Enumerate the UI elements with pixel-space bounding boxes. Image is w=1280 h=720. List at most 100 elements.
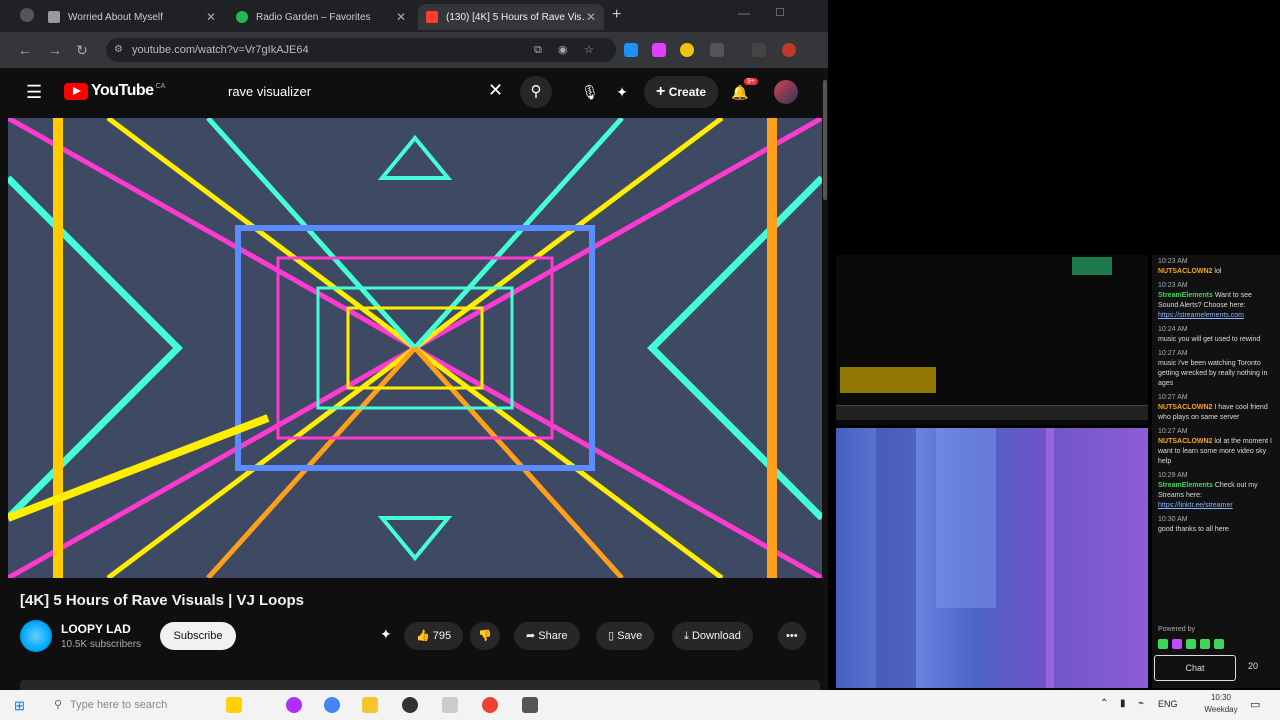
- notification-center-icon[interactable]: ▭: [1250, 698, 1260, 711]
- ai-sparkle-icon[interactable]: ✦: [380, 626, 392, 643]
- chat-timestamp: 10:27 AM: [1158, 428, 1188, 435]
- tab-search-icon[interactable]: [20, 8, 34, 22]
- emote-icon[interactable]: [1172, 639, 1182, 649]
- extension-icon[interactable]: [652, 43, 666, 57]
- minimize-icon[interactable]: —: [738, 6, 750, 20]
- language-indicator[interactable]: ENG: [1158, 699, 1178, 709]
- taskbar-app-icon[interactable]: [402, 697, 418, 713]
- chrome-icon[interactable]: [482, 697, 498, 713]
- taskbar-app-icon[interactable]: [226, 697, 242, 713]
- like-count: 795: [432, 630, 452, 642]
- chat-username[interactable]: NUTSACLOWN2: [1158, 268, 1212, 275]
- window-light-shape: [936, 428, 996, 608]
- chat-username[interactable]: NUTSACLOWN2: [1158, 404, 1212, 411]
- emote-icon[interactable]: [1200, 639, 1210, 649]
- profile-avatar-icon[interactable]: [782, 43, 796, 57]
- close-icon[interactable]: ✕: [206, 10, 216, 24]
- download-button[interactable]: ⤓ Download: [672, 622, 753, 650]
- emote-icon[interactable]: [1186, 639, 1196, 649]
- battery-icon[interactable]: ▮: [1120, 698, 1126, 709]
- save-button[interactable]: ▯ Save: [596, 622, 655, 650]
- chat-username[interactable]: StreamElements: [1158, 292, 1213, 299]
- windows-taskbar: ⊞ Type here to search ⚲ ⌃ ▮ ⌁ ENG 10:30 …: [0, 690, 1280, 720]
- clear-search-icon[interactable]: ✕: [488, 80, 503, 101]
- tab-title: Worried About Myself: [68, 11, 163, 23]
- tab-youtube-rave[interactable]: (130) [4K] 5 Hours of Rave Vis… ✕: [418, 4, 604, 30]
- extension-icon[interactable]: [624, 43, 638, 57]
- youtube-logo[interactable]: YouTube CA: [64, 82, 165, 100]
- video-player[interactable]: [8, 118, 822, 578]
- taskbar-search-input[interactable]: Type here to search: [50, 696, 240, 714]
- tab-favicon: [236, 11, 248, 23]
- search-input[interactable]: rave visualizer: [214, 77, 514, 107]
- site-info-icon[interactable]: ⚙: [114, 38, 123, 62]
- file-explorer-icon[interactable]: [362, 697, 378, 713]
- ai-settings-icon[interactable]: ✦: [606, 76, 638, 108]
- close-icon[interactable]: ✕: [396, 10, 406, 24]
- chat-message: 10:30 AM good thanks to all here: [1152, 513, 1280, 537]
- chat-username[interactable]: StreamElements: [1158, 482, 1213, 489]
- search-icon: ⚲: [530, 83, 542, 100]
- chat-text: music you will get used to rewind: [1158, 336, 1261, 343]
- chat-timestamp: 10:27 AM: [1158, 394, 1188, 401]
- network-icon[interactable]: ⌁: [1138, 698, 1144, 709]
- dislike-button[interactable]: 👎: [470, 622, 500, 650]
- chat-username[interactable]: NUTSACLOWN2: [1158, 438, 1212, 445]
- tab-worried-about-myself[interactable]: Worried About Myself ✕: [40, 4, 224, 30]
- share-button[interactable]: ➦ Share: [514, 622, 580, 650]
- create-button[interactable]: + Create: [644, 76, 719, 108]
- taskbar-app-icon[interactable]: [522, 697, 538, 713]
- eye-icon[interactable]: ◉: [558, 38, 568, 62]
- chevron-up-icon[interactable]: ⌃: [1100, 698, 1108, 709]
- extension-icon[interactable]: [680, 43, 694, 57]
- chat-link[interactable]: https://streamelements.com: [1158, 312, 1244, 319]
- subscriber-count: 10.5K subscribers: [61, 639, 142, 650]
- search-button[interactable]: ⚲: [520, 76, 552, 108]
- chat-link[interactable]: https://linktr.ee/streamer: [1158, 502, 1233, 509]
- forward-arrow-icon[interactable]: →: [45, 40, 65, 60]
- description-box[interactable]: [20, 680, 820, 690]
- url-text: youtube.com/watch?v=Vr7gIkAJE64: [132, 44, 309, 56]
- more-actions-button[interactable]: •••: [778, 622, 806, 650]
- bookmark-star-icon[interactable]: ☆: [584, 38, 594, 62]
- sidebar-icon[interactable]: [752, 43, 766, 57]
- windows-start-icon[interactable]: ⊞: [14, 698, 25, 714]
- overlay-alert-box: [840, 367, 936, 393]
- chat-message: 10:29 AM StreamElements Check out my Str…: [1152, 469, 1280, 513]
- channel-name[interactable]: LOOPY LAD: [61, 622, 131, 636]
- webcam-feed: [836, 428, 1148, 688]
- channel-avatar[interactable]: [20, 620, 52, 652]
- account-avatar[interactable]: [774, 80, 798, 104]
- emote-icon[interactable]: [1158, 639, 1168, 649]
- reload-icon[interactable]: ↻: [72, 40, 92, 60]
- player-controls-bar[interactable]: [836, 405, 1148, 420]
- taskbar-app-icon[interactable]: [442, 697, 458, 713]
- chrome-icon[interactable]: [324, 697, 340, 713]
- url-field[interactable]: ⚙ youtube.com/watch?v=Vr7gIkAJE64 ⧉ ◉ ☆: [106, 38, 616, 62]
- chat-timestamp: 10:23 AM: [1158, 258, 1188, 265]
- youtube-header: ☰ YouTube CA rave visualizer ✕ ⚲ 🎙 ✦ + C…: [0, 68, 828, 116]
- voice-search-icon[interactable]: 🎙: [574, 76, 606, 108]
- back-arrow-icon[interactable]: ←: [15, 40, 35, 60]
- new-tab-button[interactable]: +: [612, 6, 621, 24]
- chat-timestamp: 10:29 AM: [1158, 472, 1188, 479]
- like-button[interactable]: 👍 795: [404, 622, 464, 650]
- curtain-shape: [1046, 428, 1054, 688]
- scrollbar-thumb[interactable]: [823, 80, 827, 200]
- close-icon[interactable]: ✕: [586, 10, 596, 24]
- emote-icon[interactable]: [1214, 639, 1224, 649]
- install-app-icon[interactable]: ⧉: [534, 38, 542, 62]
- system-clock[interactable]: 10:30 Weekday: [1196, 692, 1246, 716]
- hamburger-menu-icon[interactable]: ☰: [26, 82, 42, 103]
- thumbs-down-icon: 👎: [478, 630, 492, 642]
- maximize-icon[interactable]: ☐: [775, 6, 785, 19]
- more-horizontal-icon: •••: [786, 630, 798, 642]
- chat-emote-row: [1158, 639, 1268, 649]
- clock-date: Weekday: [1204, 705, 1238, 714]
- taskbar-app-icon[interactable]: [286, 697, 302, 713]
- tab-radio-garden[interactable]: Radio Garden – Favorites ✕: [228, 4, 414, 30]
- subscribe-button[interactable]: Subscribe: [160, 622, 236, 650]
- extensions-puzzle-icon[interactable]: [710, 43, 724, 57]
- chat-button[interactable]: Chat: [1154, 655, 1236, 681]
- chat-message: 10:23 AM StreamElements Want to see Soun…: [1152, 279, 1280, 323]
